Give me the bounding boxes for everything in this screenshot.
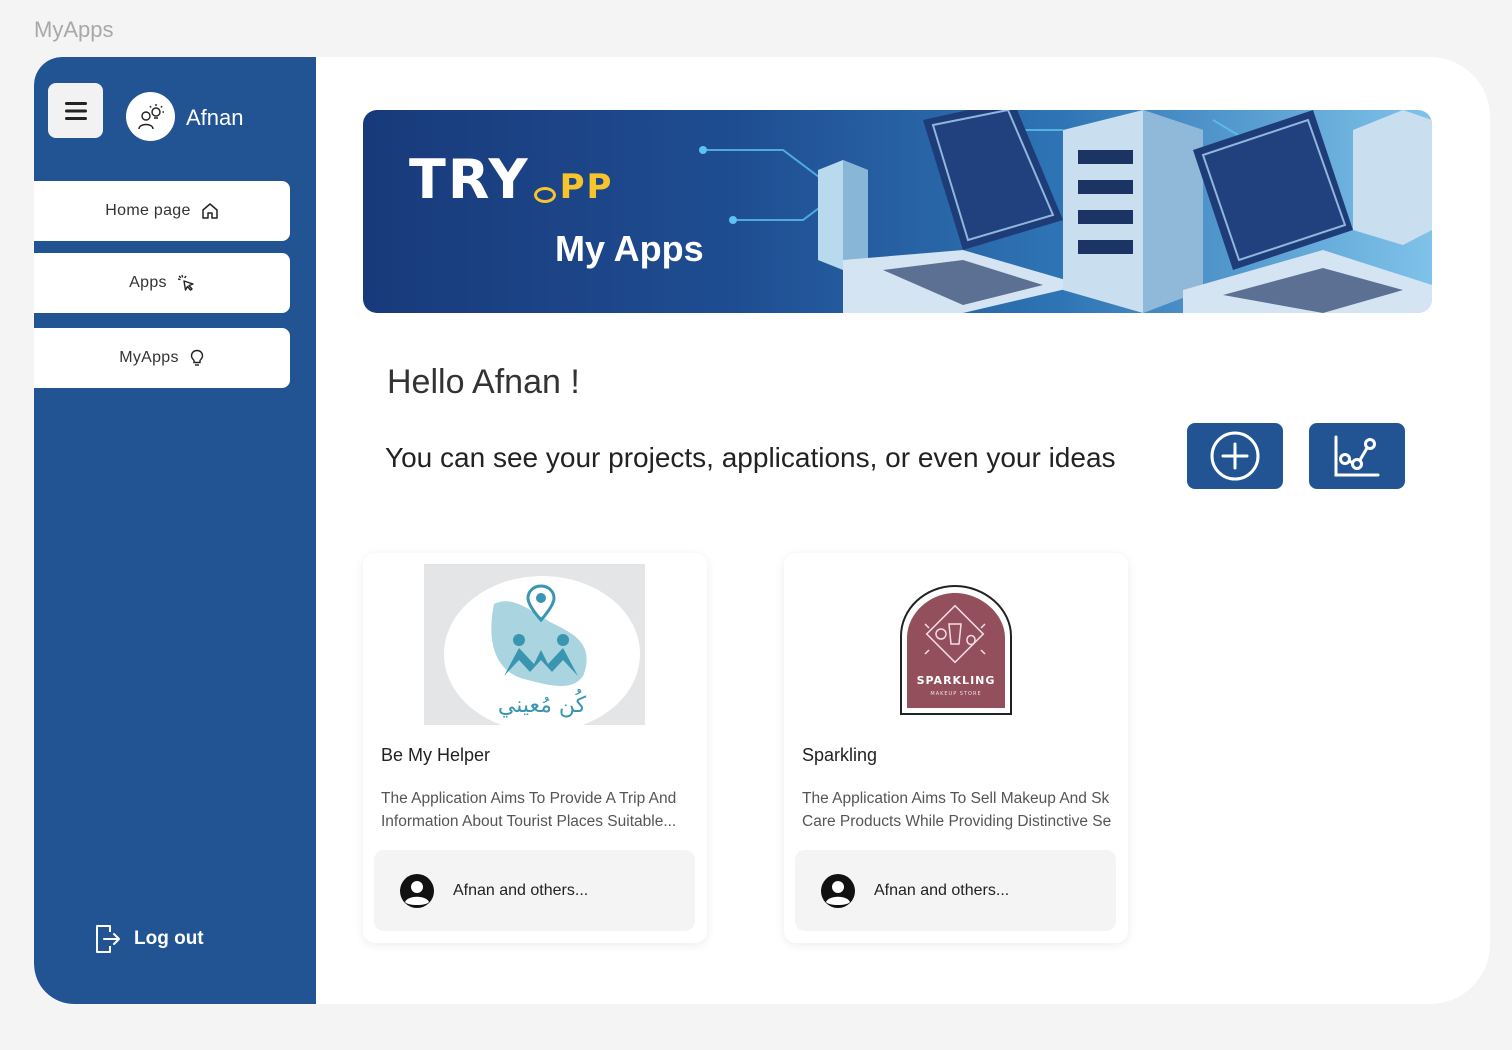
sidebar-item-label: Home page [105, 202, 191, 219]
add-app-button[interactable] [1187, 423, 1283, 489]
sidebar-item-myapps[interactable]: MyApps [34, 328, 290, 388]
greeting-title: Hello Afnan ! [387, 363, 580, 401]
logout-button[interactable]: Log out [94, 923, 204, 955]
user-icon [400, 873, 434, 908]
home-icon [201, 203, 218, 219]
analytics-button[interactable] [1309, 423, 1405, 489]
coin-icon [533, 187, 556, 203]
brand-app: PP [559, 167, 614, 207]
hero-banner: TRY PP My Apps [363, 110, 1432, 313]
page-label: MyApps [34, 17, 114, 42]
avatar[interactable] [126, 92, 175, 141]
server-illustration [699, 110, 1432, 313]
card-owner[interactable]: Afnan and others... [795, 850, 1116, 931]
add-icon [1210, 431, 1260, 481]
card-description-line: Care Products While Providing Distinctiv… [802, 813, 1112, 830]
lightbulb-icon [190, 349, 203, 366]
app-card-sparkling[interactable]: SPARKLING MAKEUP STORE Sparkling The App… [784, 553, 1128, 943]
hamburger-icon [64, 101, 87, 120]
app-card-be-my-helper[interactable]: كُن مُعيني Be My Helper The Application … [363, 553, 707, 943]
sidebar-item-apps[interactable]: Apps [34, 253, 290, 313]
user-icon [821, 873, 855, 908]
card-description: The Application Aims To Provide A Trip A… [381, 787, 707, 833]
app-logo-subtext: MAKEUP STORE [930, 691, 981, 697]
logout-icon [96, 925, 120, 953]
sidebar-item-home[interactable]: Home page [34, 181, 290, 241]
app-logo-text: SPARKLING [917, 674, 996, 687]
brand-try: TRY [409, 148, 530, 211]
greeting-subtitle: You can see your projects, applications,… [385, 442, 1116, 473]
card-description-line: The Application Aims To Sell Makeup And … [802, 790, 1110, 807]
sidebar-item-label: MyApps [119, 349, 179, 366]
app-logo: SPARKLING MAKEUP STORE [845, 564, 1066, 725]
username: Afnan [186, 105, 244, 130]
banner-title: My Apps [555, 228, 704, 269]
app-logo-text: كُن مُعيني [498, 689, 587, 718]
sidebar-item-label: Apps [129, 274, 167, 291]
card-description-line: The Application Aims To Provide A Trip A… [381, 790, 677, 807]
sidebar: Afnan Home page Apps MyApps Log out [34, 57, 316, 1004]
card-title: Sparkling [802, 745, 878, 765]
click-icon [177, 274, 194, 291]
card-title: Be My Helper [381, 745, 491, 765]
card-description-line: Information About Tourist Places Suitabl… [381, 813, 677, 830]
brand-logo: TRY PP [409, 148, 613, 211]
card-owner-label: Afnan and others... [453, 881, 589, 899]
app-window: Afnan Home page Apps MyApps Log out TRY … [34, 57, 1490, 1004]
menu-button[interactable] [48, 83, 103, 138]
card-description: The Application Aims To Sell Makeup And … [802, 787, 1128, 833]
card-owner[interactable]: Afnan and others... [374, 850, 695, 931]
user-idea-icon [137, 103, 164, 129]
analytics-icon [1334, 435, 1380, 477]
card-owner-label: Afnan and others... [874, 881, 1010, 899]
logout-label: Log out [134, 928, 204, 949]
app-logo: كُن مُعيني [424, 564, 645, 732]
